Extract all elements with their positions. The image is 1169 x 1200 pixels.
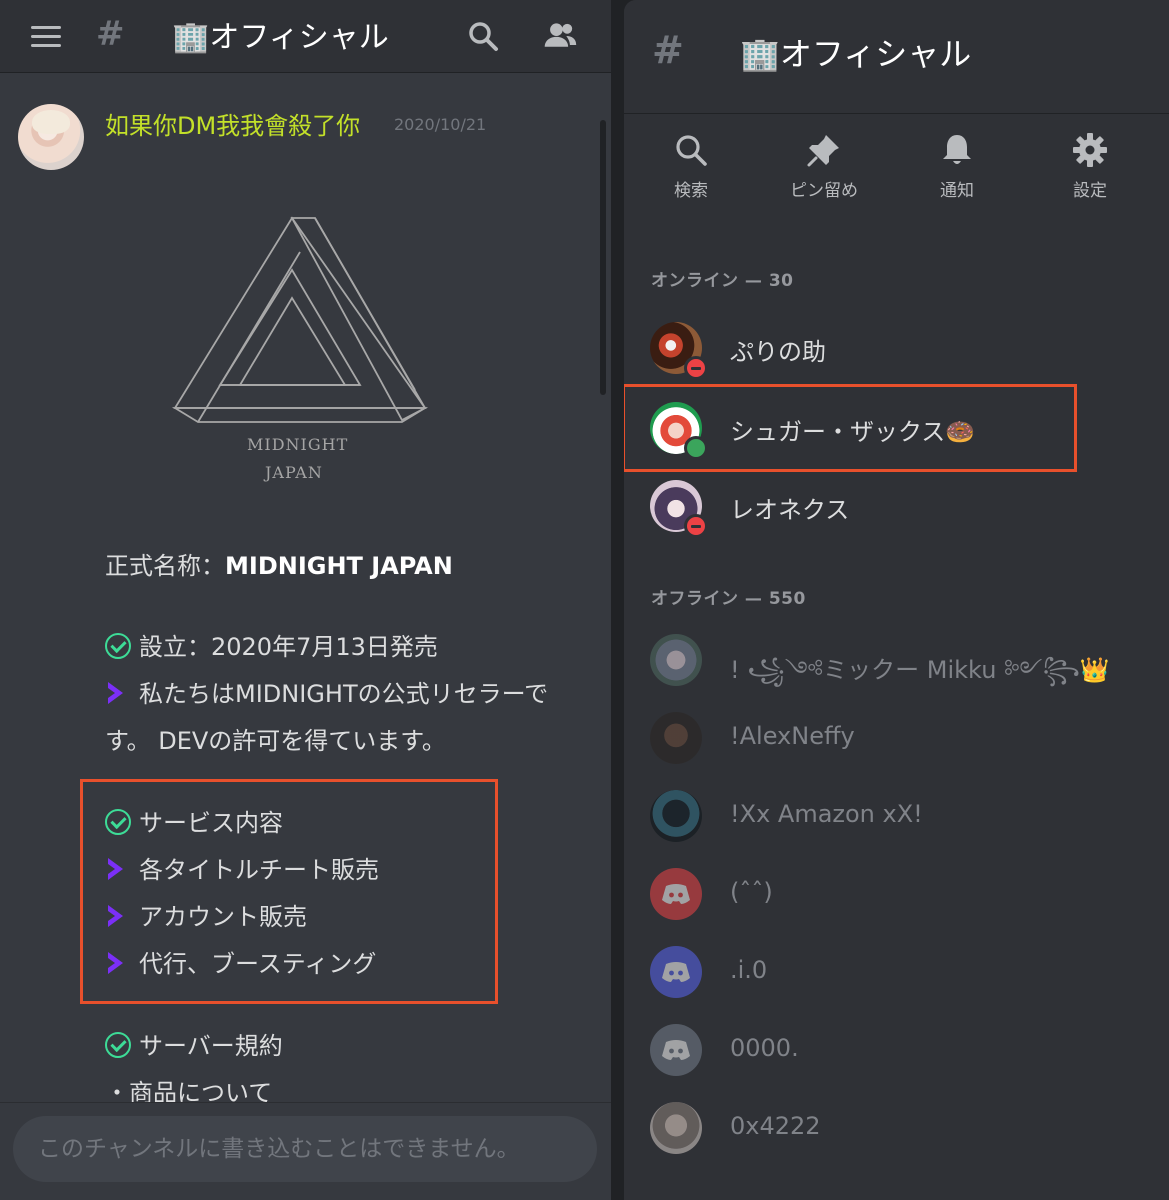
toolbar-search-label: 検索 bbox=[674, 181, 708, 201]
logo-line-1: MIDNIGHT bbox=[247, 435, 349, 454]
toolbar-settings-button[interactable]: 設定 bbox=[1025, 132, 1155, 201]
channel-info-header: # 🏢オフィシャル bbox=[624, 0, 1169, 112]
channel-title: 🏢オフィシャル bbox=[740, 35, 972, 73]
member-name: !AlexNeffy bbox=[730, 722, 855, 750]
menu-icon[interactable] bbox=[31, 26, 61, 48]
message-author[interactable]: 如果你DM我我會殺了你 bbox=[105, 106, 360, 141]
pin-icon bbox=[807, 135, 839, 167]
member-avatar bbox=[650, 790, 702, 842]
discord-default-avatar bbox=[650, 1024, 702, 1076]
check-icon bbox=[105, 1032, 131, 1058]
member-row-offline[interactable]: 0000. bbox=[624, 1020, 1169, 1090]
message-timestamp: 2020/10/21 bbox=[394, 115, 487, 134]
online-section-label: オンライン — 30 bbox=[651, 271, 794, 291]
penrose-triangle-icon bbox=[171, 216, 429, 423]
reseller-text-1: 私たちはMIDNIGHTの公式リセラーで bbox=[139, 680, 549, 708]
scrollbar[interactable] bbox=[600, 120, 606, 395]
established-line: 設立：2020年7月13日発売 bbox=[105, 627, 438, 662]
search-icon[interactable] bbox=[465, 18, 501, 54]
search-icon bbox=[676, 135, 707, 166]
member-name: レオネクス bbox=[730, 496, 850, 524]
member-name: 0x4222 bbox=[730, 1112, 821, 1140]
official-name-label: 正式名称： bbox=[105, 552, 225, 580]
channel-toolbar: 検索 ピン留め 通知 設定 bbox=[624, 113, 1169, 227]
discord-logo-icon bbox=[662, 1040, 690, 1060]
reseller-line-2: す。 DEVの許可を得ています。 bbox=[105, 727, 446, 755]
member-name: ! ꧁༺ミックー Mikku ༻꧂👑 bbox=[730, 656, 1110, 684]
channel-title: 🏢オフィシャル bbox=[172, 20, 389, 55]
discord-default-avatar bbox=[650, 868, 702, 920]
author-avatar[interactable] bbox=[18, 104, 84, 170]
chat-header: # 🏢オフィシャル bbox=[0, 0, 611, 73]
toolbar-notifications-button[interactable]: 通知 bbox=[892, 132, 1022, 201]
member-avatar bbox=[650, 634, 702, 686]
member-avatar bbox=[650, 712, 702, 764]
member-name: .i.0 bbox=[730, 956, 768, 984]
reseller-line: 私たちはMIDNIGHTの公式リセラーで bbox=[105, 674, 548, 709]
message-input-disabled: このチャンネルに書き込むことはできません。 bbox=[13, 1116, 597, 1182]
member-row-offline[interactable]: (ˆˆ) bbox=[624, 864, 1169, 934]
member-name: ぷりの助 bbox=[730, 338, 826, 366]
toolbar-search-button[interactable]: 検索 bbox=[626, 132, 756, 201]
toolbar-pins-button[interactable]: ピン留め bbox=[759, 132, 889, 201]
channel-hash-icon: # bbox=[96, 14, 125, 54]
established-text: 設立：2020年7月13日発売 bbox=[139, 633, 438, 661]
member-row-offline[interactable]: 0x4222 bbox=[624, 1098, 1169, 1168]
logo-line-2: JAPAN bbox=[265, 463, 323, 482]
chevron-right-icon bbox=[108, 682, 123, 704]
official-name-value: MIDNIGHT JAPAN bbox=[225, 552, 453, 580]
channel-info-panel: # 🏢オフィシャル 検索 ピン留め 通知 設定 オンライン — 30 ぷりの助 … bbox=[624, 0, 1169, 1200]
dnd-status-icon bbox=[684, 356, 708, 380]
channel-hash-icon: # bbox=[652, 28, 684, 72]
discord-logo-icon bbox=[662, 884, 690, 904]
chat-panel: # 🏢オフィシャル 如果你DM我我會殺了你 2020/10/21 MIDNIGH… bbox=[0, 0, 611, 1200]
member-row-offline[interactable]: .i.0 bbox=[624, 942, 1169, 1012]
highlight-box-member bbox=[624, 384, 1077, 472]
member-list: オンライン — 30 ぷりの助 シュガー・ザックス🍩 レオネクス オフライン —… bbox=[624, 226, 1169, 1200]
bell-icon bbox=[943, 135, 971, 164]
dnd-status-icon bbox=[684, 514, 708, 538]
member-row-offline[interactable]: ! ꧁༺ミックー Mikku ༻꧂👑 bbox=[624, 630, 1169, 700]
member-row-offline[interactable]: !AlexNeffy bbox=[624, 708, 1169, 778]
offline-section-label: オフライン — 550 bbox=[651, 589, 806, 609]
check-icon bbox=[105, 633, 131, 659]
rules-heading: サーバー規約 bbox=[105, 1026, 283, 1061]
toolbar-notifications-label: 通知 bbox=[940, 181, 974, 201]
member-row-online[interactable]: レオネクス bbox=[624, 476, 1169, 546]
discord-default-avatar bbox=[650, 946, 702, 998]
member-name: !Xx Amazon xX! bbox=[730, 800, 923, 828]
member-row-online[interactable]: ぷりの助 bbox=[624, 318, 1169, 388]
member-name: 0000. bbox=[730, 1034, 799, 1062]
member-avatar bbox=[650, 1102, 702, 1154]
toolbar-pins-label: ピン留め bbox=[790, 181, 858, 201]
member-row-offline[interactable]: !Xx Amazon xX! bbox=[624, 786, 1169, 856]
members-icon[interactable] bbox=[542, 18, 578, 54]
rules-heading-text: サーバー規約 bbox=[139, 1032, 283, 1060]
discord-logo-icon bbox=[662, 962, 690, 982]
highlight-box-services bbox=[80, 779, 498, 1004]
member-name: (ˆˆ) bbox=[730, 878, 773, 906]
gear-icon bbox=[1073, 133, 1107, 167]
midnight-japan-logo: MIDNIGHT JAPAN bbox=[160, 210, 440, 500]
official-name-line: 正式名称：MIDNIGHT JAPAN bbox=[105, 546, 453, 581]
toolbar-settings-label: 設定 bbox=[1073, 181, 1107, 201]
